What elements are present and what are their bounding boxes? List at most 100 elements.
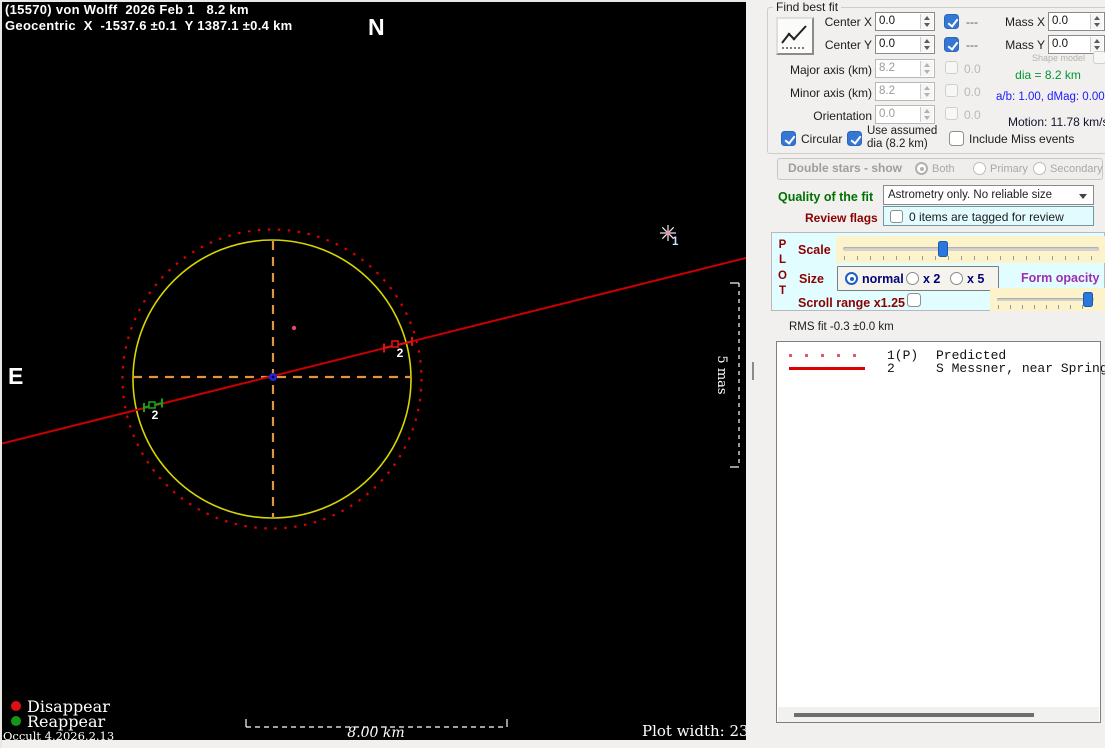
orientation-field: 0.0 [875,105,935,124]
mass-y-spinner[interactable] [1090,37,1103,52]
window-edge-top [0,0,746,2]
double-secondary-radio[interactable] [1033,162,1046,175]
center-y-label: Center Y [820,38,872,52]
fit-list-row-2-id: 2 [887,361,895,376]
plot-section-label: P L O T [776,238,789,299]
center-x-value: 0.0 [879,15,895,27]
ab-dmag-text: a/b: 1.00, dMag: 0.00 [996,91,1105,103]
center-y-checkbox[interactable] [944,37,959,52]
horizontal-scale-label: 8.00 km [336,725,416,741]
center-x-label: Center X [820,15,872,29]
scale-label: Scale [798,243,831,257]
center-y-field[interactable]: 0.0 [875,35,935,54]
major-axis-spinner [920,61,933,76]
double-both-label: Both [932,163,955,175]
center-y-value: 0.0 [879,38,895,50]
observed-line-swatch [789,367,865,370]
size-x5-label: x 5 [967,272,984,286]
double-primary-radio[interactable] [973,162,986,175]
dia-text: dia = 8.2 km [1004,68,1092,82]
center-x-checkbox[interactable] [944,14,959,29]
star-path-line [0,258,746,444]
window-edge-left [0,0,2,748]
double-secondary-label: Secondary [1050,163,1103,175]
plot-letter-l: L [776,253,789,268]
fit-list[interactable]: 1(P) Predicted 2 S Messner, near Spring [776,341,1101,723]
orientation-value: 0.0 [879,108,895,120]
fit-chart-button[interactable] [776,17,814,55]
vertical-scale-label: 5 mas [715,352,729,398]
use-assumed-checkbox[interactable] [847,131,862,146]
mass-y-label: Mass Y [1001,38,1045,52]
review-flags-text: 0 items are tagged for review [909,210,1064,224]
mass-x-spinner[interactable] [1090,14,1103,29]
plot-canvas[interactable]: 2 2 1 [0,0,746,740]
size-x2-radio[interactable] [906,272,919,285]
orientation-flag: 0.0 [964,108,981,122]
scale-slider-track[interactable] [843,247,1099,251]
size-normal-radio[interactable] [845,272,858,285]
star-marker-label: 1 [672,236,679,248]
quality-select[interactable]: Astrometry only. No reliable size [883,185,1094,205]
size-x2-label: x 2 [923,272,940,286]
minor-axis-flag: 0.0 [964,85,981,99]
scale-slider-thumb[interactable] [938,241,948,257]
shape-model-checkbox[interactable] [1093,51,1105,64]
orientation-label: Orientation [780,109,872,123]
reappear-dot-icon [11,716,21,726]
plot-title-line1: (15570) von Wolff 2026 Feb 1 8.2 km [5,2,249,17]
size-x5-radio[interactable] [950,272,963,285]
minor-axis-label: Minor axis (km) [780,86,872,100]
scale-slider-ticks [844,256,1099,260]
occultation-plot[interactable]: 2 2 1 [0,0,746,740]
orientation-spinner [920,107,933,122]
find-best-fit-title: Find best fit [773,0,841,14]
use-assumed-label-2: dia (8.2 km) [867,138,928,150]
review-flags-label: Review flags [805,211,878,225]
center-x-field[interactable]: 0.0 [875,12,935,31]
east-label: E [8,363,23,390]
orientation-checkbox [945,107,958,120]
mass-x-field[interactable]: 0.0 [1048,12,1105,31]
include-miss-label: Include Miss events [969,132,1074,146]
predicted-line-swatch [789,354,869,357]
scroll-range-checkbox[interactable] [907,293,921,307]
circular-checkbox[interactable] [781,131,796,146]
panel-splitter-handle[interactable] [752,362,754,380]
disappear-dot-icon [11,701,21,711]
circular-label: Circular [801,132,842,146]
opacity-slider-track[interactable] [997,298,1094,301]
occult-window: 2 2 1 [0,0,1105,748]
center-mark-core [272,376,275,379]
fit-list-hscrollbar[interactable] [778,707,1099,722]
use-assumed-label-1: Use assumed [867,125,937,137]
major-axis-field: 8.2 [875,59,935,78]
shape-model-label: Shape model [1032,53,1085,63]
chevron-down-icon [1079,194,1087,199]
scroll-range-label: Scroll range x1.25 [798,296,905,310]
double-primary-label: Primary [990,163,1028,175]
offset-dot [292,326,296,330]
reappear-marker-label: 2 [152,408,159,422]
quality-label: Quality of the fit [778,190,873,204]
disappear-marker-label: 2 [397,346,404,360]
center-y-spinner[interactable] [920,37,933,52]
double-stars-title: Double stars - show [788,161,902,175]
review-flags-box: 0 items are tagged for review [883,206,1094,226]
review-flags-checkbox[interactable] [890,210,903,223]
major-axis-checkbox [945,61,958,74]
vertical-scale-bracket [730,283,739,467]
size-normal-label: normal [862,272,904,286]
chart-line-icon [778,19,812,53]
fit-list-hscrollbar-thumb[interactable] [794,713,1034,717]
minor-axis-field: 8.2 [875,82,935,101]
center-x-spinner[interactable] [920,14,933,29]
form-opacity-label: Form opacity [1021,271,1100,285]
north-label: N [368,14,385,41]
minor-axis-spinner [920,84,933,99]
motion-text: Motion: 11.78 km/s [1008,115,1105,129]
double-both-radio[interactable] [915,162,928,175]
center-x-flag: --- [966,15,978,29]
include-miss-checkbox[interactable] [949,131,964,146]
mass-y-value: 0.0 [1052,38,1068,50]
